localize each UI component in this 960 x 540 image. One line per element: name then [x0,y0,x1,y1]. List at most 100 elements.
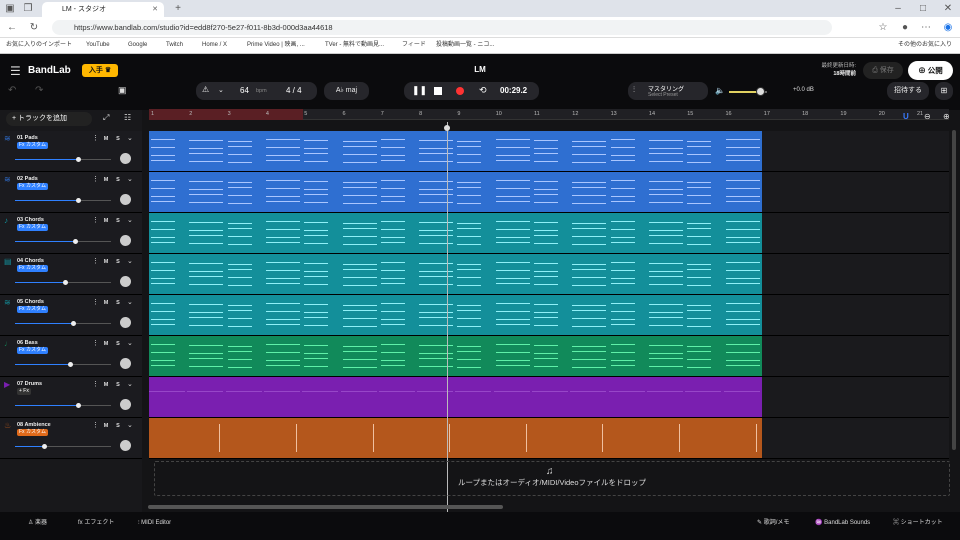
zoom-out-icon[interactable]: ⊖ [924,112,931,121]
track-lane[interactable] [149,336,949,377]
shortcuts-button[interactable]: ⌘ ショートカット [893,512,943,534]
zoom-in-icon[interactable]: ⊕ [943,112,950,121]
profile-icon[interactable]: ● [897,19,913,36]
mastering-button[interactable]: ⫶ マスタリング Select Preset [628,82,708,100]
lyrics-label: 歌詞/メモ [763,520,790,526]
bpm-unit: bpm [256,88,267,94]
pause-icon[interactable]: ❚❚ [412,85,427,96]
ruler-bar-number: 17 [763,111,770,117]
effects-button[interactable]: fx エフェクト [78,512,114,534]
automation-icon[interactable]: ⤢ [103,113,109,123]
panel-toggle-icon[interactable]: ▣ [118,85,127,96]
ruler-bar-number: 5 [304,111,308,117]
metronome-icon[interactable]: ⚠ [202,85,209,94]
bookmark-feed[interactable]: フィード [402,38,426,53]
back-icon[interactable]: ← [4,19,20,36]
midi-clip[interactable] [149,336,762,376]
bookmark-prime[interactable]: Prime Video | 映画, ... [247,38,305,53]
browser-tab[interactable]: LM - スタジオ ✕ [42,2,164,17]
ruler-bar-number: 16 [725,111,732,117]
midi-clip[interactable] [149,254,762,294]
bookmark-twitch[interactable]: Twitch [166,38,183,53]
midi-clip[interactable] [149,377,762,417]
track-lane[interactable] [149,295,949,336]
volume-icon[interactable]: 🔈 [715,86,725,95]
studio-header: ☰ BandLab 入手 ♛ LM 最終更新日時: 18時間前 ⎙ 保存 ⊕ 公… [0,54,960,110]
new-tab-icon[interactable]: + [170,0,186,17]
volume-db: +0.0 dB [793,87,814,93]
gift-icon[interactable]: ⊞ [935,82,953,100]
mastering-preset: Select Preset [648,92,678,98]
instrument-button[interactable]: ♙ 楽器 [28,512,47,534]
save-label: 保存 [879,67,894,74]
other-favorites[interactable]: その他のお気に入り [898,38,952,53]
browser-tab-bar: ▣ ❐ LM - スタジオ ✕ + – □ ✕ [0,0,960,17]
tempo-group: ⚠ ⌄ 64 bpm 4 / 4 [196,82,317,100]
ruler-bar-number: 1 [151,111,155,117]
undo-icon[interactable]: ↶ [8,85,16,96]
track-settings-icon[interactable]: ☷ [124,113,131,122]
midi-clip[interactable] [149,172,762,212]
invite-button[interactable]: 招待する [887,82,929,100]
key-selector[interactable]: A♭ maj [324,82,369,100]
horizontal-scrollbar[interactable] [148,505,503,509]
tab-list-icon[interactable]: ❐ [20,0,36,17]
snap-magnet-icon[interactable]: U [903,112,909,121]
midi-clip[interactable] [149,131,762,171]
time-signature[interactable]: 4 / 4 [286,86,302,95]
bookmark-google[interactable]: Google [128,38,147,53]
chevron-down-icon[interactable]: ⌄ [218,86,224,94]
timeline-ruler[interactable]: 1 2 3 4 5 6 7 8 9 10 11 12 13 14 15 16 17 18 19 20 21 [149,109,949,120]
bookmark-import[interactable]: お気に入りのインポート [6,38,72,53]
track-lane[interactable] [149,213,949,254]
stop-icon[interactable] [434,87,442,95]
bookmark-youtube[interactable]: YouTube [86,38,110,53]
playhead[interactable] [447,122,448,512]
transport-group: ❚❚ ⟲ 00:29.2 [404,82,539,100]
time-display: 00:29.2 [500,86,528,95]
workspaces-icon[interactable]: ▣ [2,0,18,17]
track-lane[interactable] [149,254,949,295]
copilot-icon[interactable]: ◉ [940,19,956,36]
vertical-scrollbar[interactable] [952,130,956,450]
bookmark-x[interactable]: Home / X [202,38,227,53]
track-lane[interactable] [149,131,949,172]
sounds-button[interactable]: ♒ BandLab Sounds [815,512,870,534]
close-tab-icon[interactable]: ✕ [152,2,158,17]
midi-clip[interactable] [149,418,762,458]
bookmark-niconico[interactable]: 投稿動画一覧 - ニコ... [436,38,494,53]
ruler-bar-number: 18 [802,111,809,117]
master-volume-slider[interactable] [729,87,767,96]
track-lane[interactable] [149,172,949,213]
midi-clip[interactable] [149,295,762,335]
ruler-bar-number: 3 [227,111,231,117]
bookmark-tver[interactable]: TVer - 無料で動画見... [325,38,384,53]
track-lane[interactable] [149,377,949,418]
record-icon[interactable] [456,87,464,95]
shortcuts-label: ショートカット [900,520,943,526]
ruler-numbers: 1 2 3 4 5 6 7 8 9 10 11 12 13 14 15 16 17 18 19 20 21 [149,109,949,120]
save-button[interactable]: ⎙ 保存 [863,62,903,79]
more-icon[interactable]: ⋯ [918,19,934,36]
add-track-button[interactable]: + トラックを追加 [6,112,92,126]
bpm-value[interactable]: 64 [240,86,249,95]
effects-label: エフェクト [84,520,115,526]
midi-editor-button[interactable]: ⫶ MIDI Editor [138,512,171,534]
sounds-label: BandLab Sounds [824,520,871,526]
maximize-icon[interactable]: □ [915,0,931,17]
favorites-icon[interactable]: ☆ [875,19,891,36]
close-window-icon[interactable]: ✕ [940,0,956,17]
redo-icon[interactable]: ↷ [35,85,43,96]
loop-icon[interactable]: ⟲ [479,85,487,96]
track-lane[interactable] [149,418,949,459]
minimize-icon[interactable]: – [890,0,906,17]
url-field[interactable]: https://www.bandlab.com/studio?id=edd8f2… [52,20,832,35]
bottom-toolbar: ♙ 楽器 fx エフェクト ⫶ MIDI Editor ✎ 歌詞/メモ ♒ Ba… [0,512,960,540]
refresh-icon[interactable]: ↻ [26,19,42,36]
lyrics-button[interactable]: ✎ 歌詞/メモ [757,512,789,534]
playhead-handle[interactable] [444,125,450,131]
ruler-bar-number: 19 [840,111,847,117]
publish-button[interactable]: ⊕ 公開 [908,61,953,80]
master-volume-thumb[interactable] [756,87,765,96]
midi-clip[interactable] [149,213,762,253]
